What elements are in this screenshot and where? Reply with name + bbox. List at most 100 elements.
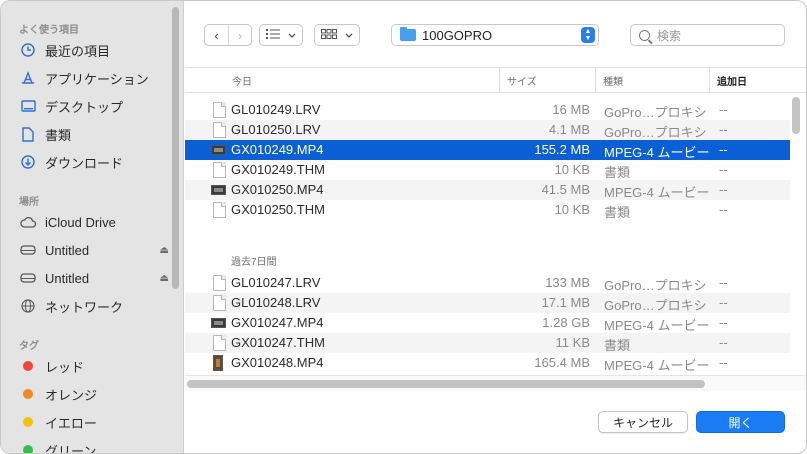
- table-row[interactable]: GX010249.THM 10 KB 書類 --: [185, 160, 790, 180]
- sidebar-item-untitled-1[interactable]: Untitled ⏏: [19, 239, 169, 261]
- popup-arrows-icon: ▲ ▼: [581, 27, 595, 43]
- file-date-added: --: [719, 102, 728, 117]
- sidebar-item-network[interactable]: ネットワーク: [19, 295, 169, 317]
- list-view-button[interactable]: [259, 24, 303, 46]
- sidebar-item-label: 最近の項目: [45, 43, 111, 59]
- chevron-down-icon: [345, 28, 353, 42]
- sidebar-item-downloads[interactable]: ダウンロード: [19, 151, 169, 173]
- sidebar-tag-green[interactable]: グリーン: [19, 439, 169, 453]
- table-row[interactable]: GX010247.MP4 1.28 GB MPEG-4 ムービー --: [185, 313, 790, 333]
- document-file-icon: [213, 162, 226, 178]
- back-button[interactable]: ‹: [205, 25, 228, 45]
- eject-icon[interactable]: ⏏: [160, 273, 169, 284]
- table-row[interactable]: GL010248.LRV 17.1 MB GoPro…プロキシ --: [185, 293, 790, 313]
- file-kind: MPEG-4 ムービー: [604, 358, 710, 373]
- file-date-added: --: [719, 182, 728, 197]
- vertical-scrollbar[interactable]: [792, 97, 800, 134]
- sidebar-scrollbar[interactable]: [172, 7, 179, 289]
- file-name: GL010248.LRV: [231, 295, 321, 310]
- file-date-added: --: [719, 295, 728, 310]
- tags-header: タグ: [19, 341, 39, 352]
- open-file-dialog: よく使う項目 最近の項目 アプリケーション デスクトップ 書類 ダウンロード 場…: [0, 0, 807, 454]
- search-placeholder: 検索: [657, 28, 682, 43]
- document-file-icon: [213, 295, 226, 311]
- list-icon: [266, 28, 280, 42]
- file-size: 1.28 GB: [542, 315, 590, 330]
- column-header-name[interactable]: 今日: [225, 68, 499, 92]
- chevron-down-icon: [288, 28, 296, 42]
- sidebar-item-label: オレンジ: [45, 387, 98, 403]
- document-icon: [19, 125, 37, 143]
- horizontal-scrollbar[interactable]: [187, 380, 705, 388]
- table-row[interactable]: GL010249.LRV 16 MB GoPro…プロキシ --: [185, 100, 790, 120]
- file-size: 11 KB: [555, 335, 590, 350]
- file-size: 16 MB: [552, 102, 590, 117]
- file-kind: GoPro…プロキシ: [604, 105, 707, 120]
- table-row-selected[interactable]: GX010249.MP4 155.2 MB MPEG-4 ムービー --: [185, 140, 790, 160]
- sidebar-item-recents[interactable]: 最近の項目: [19, 39, 169, 61]
- file-name: GX010250.THM: [231, 202, 325, 217]
- file-name: GX010247.MP4: [231, 315, 324, 330]
- forward-button[interactable]: ›: [228, 25, 251, 45]
- column-header-kind[interactable]: 種類: [595, 68, 709, 92]
- open-button[interactable]: 開く: [696, 411, 785, 433]
- clock-icon: [19, 41, 37, 59]
- file-date-added: --: [719, 315, 728, 330]
- sidebar-item-label: Untitled: [45, 270, 90, 286]
- dialog-footer: キャンセル 開く: [185, 391, 806, 453]
- network-icon: [19, 297, 37, 315]
- file-kind: 書類: [604, 165, 631, 180]
- sidebar-item-label: ダウンロード: [45, 155, 124, 171]
- grid-icon: [321, 28, 337, 42]
- sidebar-item-desktop[interactable]: デスクトップ: [19, 95, 169, 117]
- sidebar-item-icloud-drive[interactable]: iCloud Drive: [19, 211, 169, 233]
- file-kind: 書類: [604, 205, 631, 220]
- sidebar-item-untitled-2[interactable]: Untitled ⏏: [19, 267, 169, 289]
- folder-path-popup[interactable]: 100GOPRO ▲ ▼: [391, 24, 599, 46]
- file-kind: GoPro…プロキシ: [604, 125, 707, 140]
- sidebar-item-label: デスクトップ: [45, 99, 124, 115]
- table-row[interactable]: GX010250.THM 10 KB 書類 --: [185, 200, 790, 220]
- sidebar-tag-yellow[interactable]: イエロー: [19, 411, 169, 433]
- table-row[interactable]: GX010250.MP4 41.5 MB MPEG-4 ムービー --: [185, 180, 790, 200]
- cancel-button[interactable]: キャンセル: [598, 411, 688, 433]
- file-date-added: --: [719, 355, 728, 370]
- file-name: GL010250.LRV: [231, 122, 321, 137]
- tag-dot-icon: [19, 441, 37, 453]
- sidebar-tag-orange[interactable]: オレンジ: [19, 383, 169, 405]
- sidebar-item-label: イエロー: [45, 415, 97, 431]
- column-headers: 今日 サイズ 種類 追加日: [185, 67, 806, 93]
- file-kind: MPEG-4 ムービー: [604, 185, 710, 200]
- file-name: GX010249.MP4: [231, 142, 324, 157]
- file-date-added: --: [719, 202, 728, 217]
- search-field[interactable]: 検索: [630, 24, 785, 46]
- file-size: 17.1 MB: [541, 295, 590, 310]
- sidebar-item-label: 書類: [45, 127, 72, 143]
- table-row[interactable]: GL010250.LRV 4.1 MB GoPro…プロキシ --: [185, 120, 790, 140]
- file-size: 41.5 MB: [541, 182, 590, 197]
- tag-dot-icon: [19, 357, 37, 375]
- search-icon: [639, 29, 650, 41]
- file-size: 4.1 MB: [548, 122, 590, 137]
- table-row[interactable]: GL010247.LRV 133 MB GoPro…プロキシ --: [185, 273, 790, 293]
- group-header: 過去7日間: [231, 257, 277, 268]
- file-kind: 書類: [604, 338, 631, 353]
- favorites-header: よく使う項目: [19, 25, 79, 36]
- sidebar-item-applications[interactable]: アプリケーション: [19, 67, 169, 89]
- sidebar-item-label: ネットワーク: [45, 299, 124, 315]
- eject-icon[interactable]: ⏏: [160, 245, 169, 256]
- document-file-icon: [213, 335, 226, 351]
- file-kind: GoPro…プロキシ: [604, 298, 707, 313]
- applications-icon: [19, 69, 37, 87]
- column-header-size[interactable]: サイズ: [499, 68, 595, 92]
- table-row[interactable]: GX010248.MP4 165.4 MB MPEG-4 ムービー --: [185, 353, 790, 373]
- sidebar-item-documents[interactable]: 書類: [19, 123, 169, 145]
- toolbar: ‹ › 100GOPRO ▲ ▼ 検索: [185, 1, 806, 67]
- file-kind: GoPro…プロキシ: [604, 278, 707, 293]
- grid-view-button[interactable]: [314, 24, 360, 46]
- sidebar-tag-red[interactable]: レッド: [19, 355, 169, 377]
- table-row[interactable]: GX010247.THM 11 KB 書類 --: [185, 333, 790, 353]
- column-header-date-added[interactable]: 追加日: [709, 68, 806, 92]
- file-date-added: --: [719, 162, 728, 177]
- file-size: 133 MB: [545, 275, 590, 290]
